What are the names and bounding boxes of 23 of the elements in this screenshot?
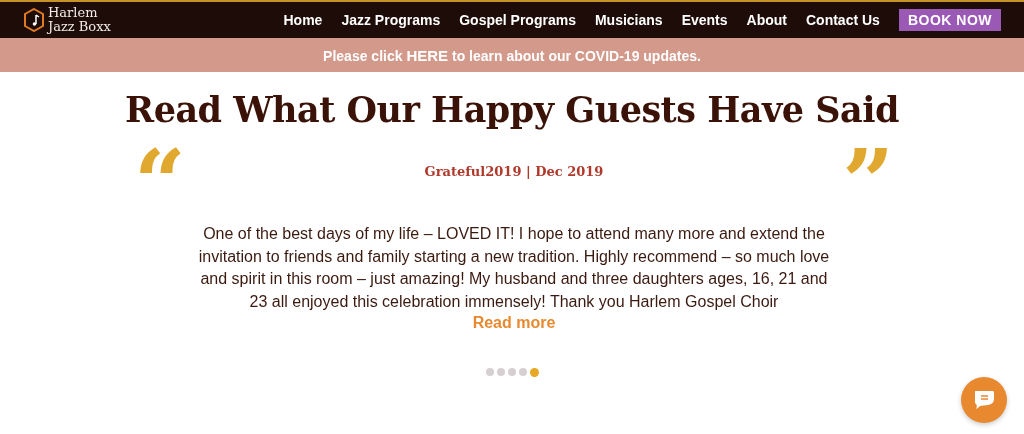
- quote-mark: “: [134, 142, 186, 212]
- nav-link[interactable]: Musicians: [594, 12, 663, 28]
- pager-dot[interactable]: [518, 368, 527, 376]
- section-heading: Read What Our Happy Guests Have Said: [124, 88, 900, 132]
- nav-link[interactable]: Gospel Programs: [459, 12, 576, 28]
- pager-dot[interactable]: [507, 368, 516, 376]
- nav-link[interactable]: About: [746, 12, 787, 28]
- book-now-button[interactable]: BOOK NOW: [898, 9, 1001, 31]
- review-text: One of the best days of my life – LOVED IT! I hope to attend many more and extend the invitation to friends and family starting a new tradition. Highly recommend – so much love and spirit in this room – just amazing! My husband and three daughters ages, 16, 21 and 23 all enjoyed this celebration immensely! Thank you Harlem Gospel Choir: [197, 224, 831, 312]
- pager-dot[interactable]: [485, 368, 494, 376]
- review-author: Grateful2019 | Dec 2019: [424, 164, 604, 179]
- logo-text[interactable]: Jazz Boxx: [48, 20, 111, 34]
- pager-dot[interactable]: [496, 368, 505, 376]
- logo-text[interactable]: Harlem: [48, 6, 111, 20]
- nav-link[interactable]: Jazz Programs: [341, 12, 441, 28]
- nav-link[interactable]: Home: [283, 12, 323, 28]
- nav-link[interactable]: Contact Us: [806, 12, 880, 28]
- chat-button[interactable]: [961, 377, 1007, 423]
- nav-link[interactable]: Events: [681, 12, 728, 28]
- pager-dot[interactable]: [529, 368, 539, 377]
- chat-bubble-icon: [972, 389, 996, 411]
- music-note-hexagon-icon[interactable]: [24, 8, 44, 32]
- quote-mark: ”: [842, 142, 894, 212]
